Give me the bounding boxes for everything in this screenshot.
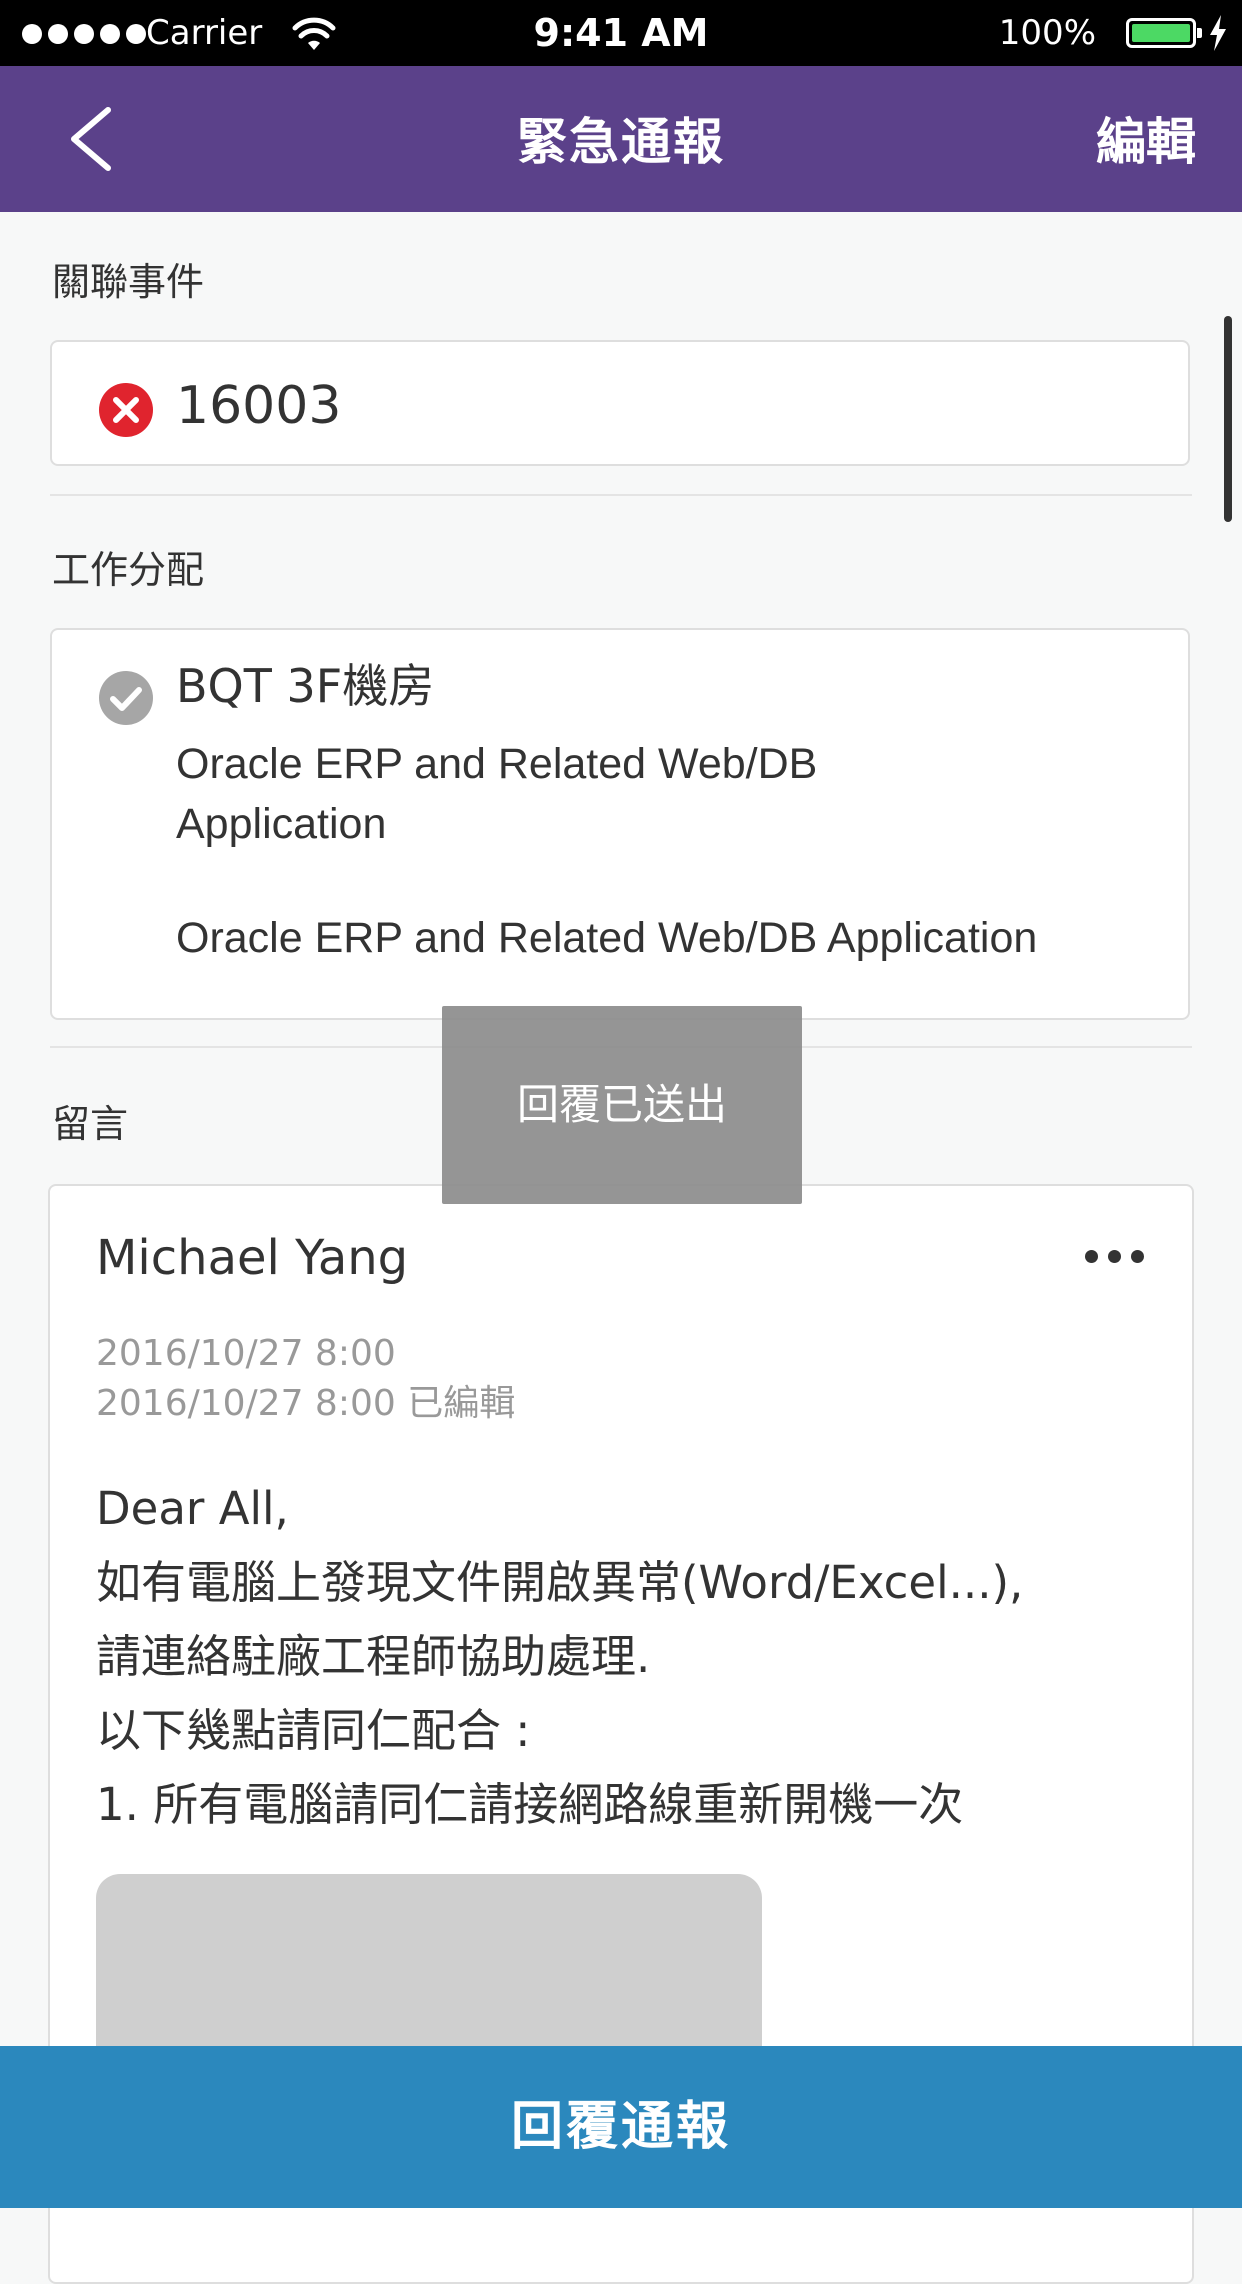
assignment-label: 工作分配: [52, 548, 205, 592]
comment-line: 請連絡駐廠工程師協助處理.: [96, 1630, 651, 1683]
comment-body: Dear All, 如有電腦上發現文件開啟異常(Word/Excel...), …: [96, 1472, 1156, 1842]
related-event-card[interactable]: 16003: [50, 340, 1190, 466]
divider: [50, 494, 1192, 496]
nav-bar: 緊急通報 編輯: [0, 66, 1242, 212]
page-title: 緊急通報: [517, 113, 725, 171]
comment-author: Michael Yang: [96, 1230, 409, 1286]
check-circle-icon: [99, 671, 153, 725]
toast-message: 回覆已送出: [442, 1006, 802, 1204]
charging-bolt-icon: [1210, 15, 1226, 51]
assignment-location: BQT 3F機房: [176, 659, 435, 713]
scrollbar[interactable]: [1224, 316, 1232, 522]
event-id: 16003: [176, 376, 342, 436]
comment-line: Dear All,: [96, 1482, 289, 1535]
comment-edited-date: 2016/10/27 8:00 已編輯: [96, 1383, 516, 1424]
assignment-card[interactable]: BQT 3F機房 Oracle ERP and Related Web/DB A…: [50, 628, 1190, 1020]
status-bar: Carrier 9:41 AM 100%: [0, 0, 1242, 66]
comment-line: 如有電腦上發現文件開啟異常(Word/Excel...),: [96, 1556, 1024, 1609]
assignment-system: Oracle ERP and Related Web/DB Applicatio…: [176, 740, 818, 848]
reply-button[interactable]: 回覆通報: [0, 2046, 1242, 2208]
assignment-system-secondary: Oracle ERP and Related Web/DB Applicatio…: [176, 914, 1038, 962]
comment-line: 以下幾點請同仁配合 :: [96, 1704, 531, 1757]
more-options-icon[interactable]: [1085, 1250, 1144, 1263]
comments-label: 留言: [52, 1102, 129, 1146]
comment-posted-date: 2016/10/27 8:00: [96, 1333, 396, 1374]
edit-button[interactable]: 編輯: [1096, 112, 1196, 172]
comment-line: 1. 所有電腦請同仁請接網路線重新開機一次: [96, 1778, 964, 1831]
battery-icon: [1126, 18, 1202, 48]
remove-icon[interactable]: [98, 382, 154, 438]
related-event-label: 關聯事件: [52, 260, 205, 304]
battery-percentage: 100%: [998, 13, 1096, 53]
